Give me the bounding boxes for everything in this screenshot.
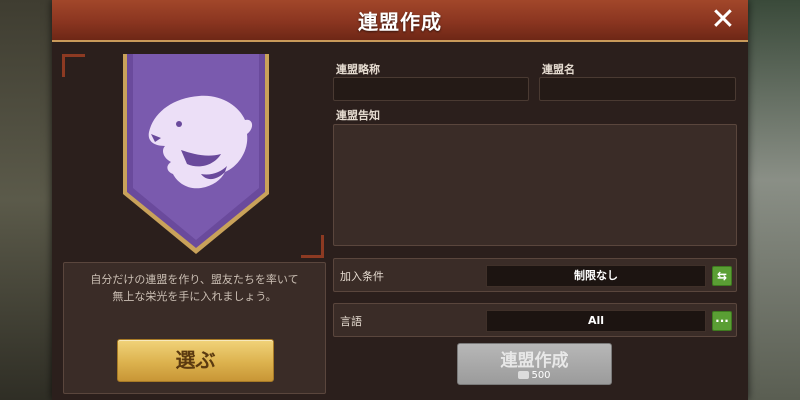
- more-dots-icon[interactable]: ···: [712, 311, 732, 331]
- join-condition-row: 加入条件 制限なし ⇆: [333, 258, 737, 292]
- create-cost: 500: [458, 370, 611, 381]
- notice-label: 連盟告知: [336, 109, 380, 122]
- dialog-header: 連盟作成 ✕: [52, 0, 748, 42]
- banner-preview: [62, 54, 324, 258]
- notice-textarea[interactable]: [333, 124, 737, 246]
- swap-arrows-icon[interactable]: ⇆: [712, 266, 732, 286]
- background-right: [740, 0, 800, 400]
- create-alliance-button[interactable]: 連盟作成 500: [457, 343, 612, 385]
- abbr-input[interactable]: [333, 77, 529, 101]
- frame-corner: [301, 235, 324, 258]
- resource-icon: [518, 371, 530, 379]
- choose-button[interactable]: 選ぶ: [117, 339, 274, 382]
- join-condition-label: 加入条件: [340, 270, 384, 283]
- language-label: 言語: [340, 315, 362, 328]
- abbr-label: 連盟略称: [336, 63, 380, 76]
- alliance-flag: [121, 54, 271, 258]
- language-value[interactable]: All: [486, 310, 706, 332]
- join-condition-value[interactable]: 制限なし: [486, 265, 706, 287]
- create-alliance-dialog: 連盟作成 ✕ 自分だけの連盟を作り、盟友たちを率いて 無上な栄光を手に入れましょ…: [52, 0, 748, 400]
- description-text: 自分だけの連盟を作り、盟友たちを率いて 無上な栄光を手に入れましょう。: [74, 271, 315, 305]
- language-row: 言語 All ···: [333, 303, 737, 337]
- flag-graphic: [123, 54, 269, 254]
- dialog-title: 連盟作成: [358, 10, 442, 34]
- description-panel: 自分だけの連盟を作り、盟友たちを率いて 無上な栄光を手に入れましょう。 選ぶ: [63, 262, 326, 394]
- create-button-label: 連盟作成: [500, 351, 569, 371]
- close-icon[interactable]: ✕: [708, 5, 738, 35]
- name-input[interactable]: [539, 77, 736, 101]
- name-label: 連盟名: [542, 63, 575, 76]
- description-line-1: 自分だけの連盟を作り、盟友たちを率いて: [90, 273, 299, 286]
- background-left: [0, 0, 55, 400]
- cost-value: 500: [531, 370, 551, 381]
- frame-corner: [62, 54, 85, 77]
- description-line-2: 無上な栄光を手に入れましょう。: [112, 290, 277, 303]
